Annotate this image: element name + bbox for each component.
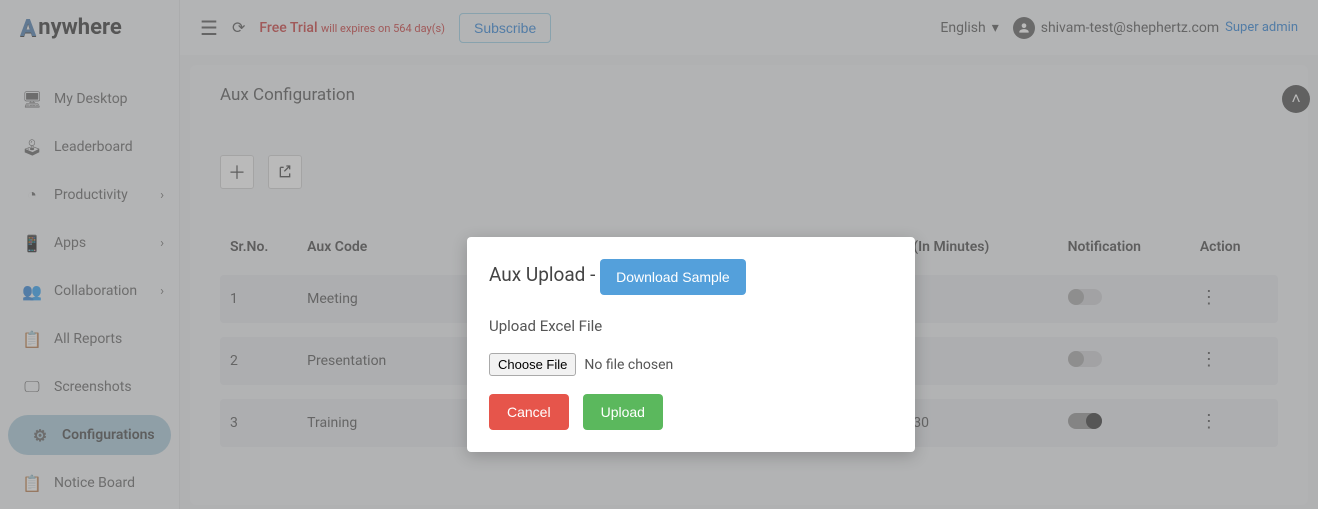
upload-button[interactable]: Upload bbox=[583, 394, 663, 430]
file-status: No file chosen bbox=[584, 357, 673, 373]
modal-title: Aux Upload - bbox=[489, 263, 600, 286]
file-input-row: Choose File No file chosen bbox=[489, 353, 893, 376]
download-sample-button[interactable]: Download Sample bbox=[600, 259, 746, 295]
upload-label: Upload Excel File bbox=[489, 317, 893, 335]
aux-upload-modal: Aux Upload - Download Sample Upload Exce… bbox=[467, 237, 915, 452]
choose-file-button[interactable]: Choose File bbox=[489, 353, 576, 376]
cancel-button[interactable]: Cancel bbox=[489, 394, 569, 430]
